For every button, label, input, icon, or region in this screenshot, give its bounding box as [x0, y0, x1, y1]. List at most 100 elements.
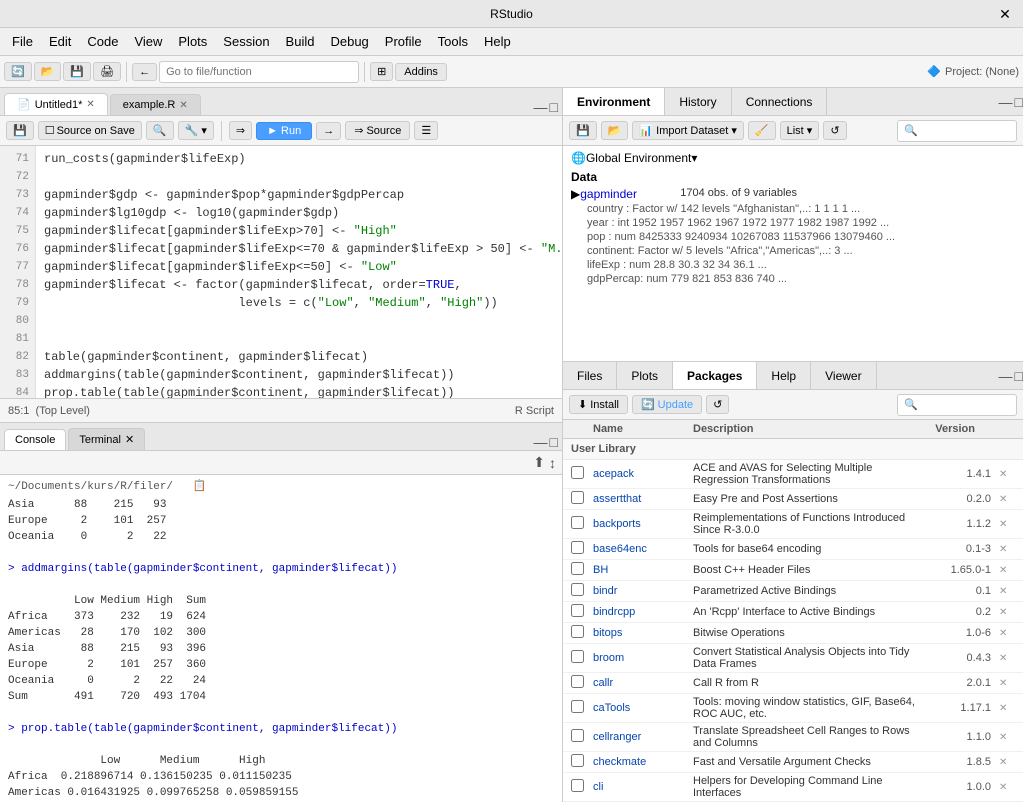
tab-viewer[interactable]: Viewer [811, 362, 876, 389]
pkg-del-bindr[interactable]: ✕ [999, 586, 1015, 597]
jump-to-btn[interactable]: ⇒ [229, 121, 252, 140]
pkg-name-callr[interactable]: callr [593, 677, 693, 689]
menu-item-file[interactable]: File [4, 30, 41, 53]
script-type[interactable]: R Script [515, 405, 554, 417]
pkg-checkbox-backports[interactable] [571, 516, 593, 532]
console-tab[interactable]: Console [4, 429, 66, 450]
console-content[interactable]: ~/Documents/kurs/R/filer/ 📋 Asia 88 215 … [0, 475, 562, 802]
pkg-checkbox-cellranger[interactable] [571, 729, 593, 745]
nav-back-button[interactable]: ← [132, 63, 157, 81]
editor-tab-untitled[interactable]: 📄 Untitled1* ✕ [4, 93, 108, 115]
pkg-name-bitops[interactable]: bitops [593, 627, 693, 639]
pkg-name-broom[interactable]: broom [593, 652, 693, 664]
menu-item-session[interactable]: Session [215, 30, 277, 53]
context-label[interactable]: (Top Level) [36, 405, 90, 417]
tab-close-example[interactable]: ✕ [179, 100, 187, 111]
source-on-save-btn[interactable]: ☐ Source on Save [38, 121, 142, 140]
pkg-name-base64enc[interactable]: base64enc [593, 543, 693, 555]
pkg-del-cli[interactable]: ✕ [999, 782, 1015, 793]
env-save-btn[interactable]: 💾 [569, 121, 597, 140]
open-file-button[interactable]: 📂 [34, 62, 62, 81]
terminal-close[interactable]: ✕ [125, 433, 134, 446]
pkg-name-bindr[interactable]: bindr [593, 585, 693, 597]
go-to-file-input[interactable] [159, 61, 359, 83]
pkg-checkbox-base64enc[interactable] [571, 541, 593, 557]
pkg-del-backports[interactable]: ✕ [999, 519, 1015, 530]
list-btn[interactable]: List ▾ [780, 121, 820, 140]
menu-item-plots[interactable]: Plots [170, 30, 215, 53]
source-btn[interactable]: ⇒ Source [345, 121, 410, 140]
pkg-del-callr[interactable]: ✕ [999, 678, 1015, 689]
pkg-checkbox-BH[interactable] [571, 562, 593, 578]
editor-maximize[interactable]: □ [550, 99, 558, 115]
pkg-checkbox-cli[interactable] [571, 779, 593, 795]
pkg-name-cellranger[interactable]: cellranger [593, 731, 693, 743]
pkg-checkbox-caTools[interactable] [571, 700, 593, 716]
tab-connections[interactable]: Connections [732, 88, 828, 115]
editor-menu-btn[interactable]: ☰ [414, 121, 438, 140]
console-minimize[interactable]: — [534, 434, 548, 450]
pkg-name-BH[interactable]: BH [593, 564, 693, 576]
console-maximize[interactable]: □ [550, 434, 558, 450]
tab-files[interactable]: Files [563, 362, 617, 389]
pkg-del-cellranger[interactable]: ✕ [999, 732, 1015, 743]
editor-tab-example[interactable]: example.R ✕ [110, 94, 201, 115]
install-button[interactable]: ⬇ Install [569, 395, 628, 414]
pkg-del-base64enc[interactable]: ✕ [999, 544, 1015, 555]
pkg-del-caTools[interactable]: ✕ [999, 703, 1015, 714]
tab-help[interactable]: Help [757, 362, 811, 389]
pkg-name-acepack[interactable]: acepack [593, 468, 693, 480]
pkg-checkbox-assertthat[interactable] [571, 491, 593, 507]
env-refresh-btn[interactable]: ↺ [823, 121, 846, 140]
pkg-name-cli[interactable]: cli [593, 781, 693, 793]
pkg-checkbox-broom[interactable] [571, 650, 593, 666]
code-editor[interactable]: 717273747576777879808182838485 run_costs… [0, 146, 562, 398]
pkg-name-bindrcpp[interactable]: bindrcpp [593, 606, 693, 618]
gapminder-name[interactable]: gapminder [580, 187, 680, 201]
pkg-del-assertthat[interactable]: ✕ [999, 494, 1015, 505]
tab-close-untitled[interactable]: ✕ [86, 99, 94, 110]
next-chunk-btn[interactable]: → [316, 122, 341, 140]
tab-history[interactable]: History [665, 88, 731, 115]
pkg-name-assertthat[interactable]: assertthat [593, 493, 693, 505]
print-button[interactable]: 🖨 [93, 62, 121, 81]
menu-item-edit[interactable]: Edit [41, 30, 79, 53]
pkg-checkbox-callr[interactable] [571, 675, 593, 691]
packages-refresh-btn[interactable]: ↺ [706, 395, 729, 414]
menu-item-debug[interactable]: Debug [322, 30, 376, 53]
menu-item-help[interactable]: Help [476, 30, 519, 53]
pkg-checkbox-acepack[interactable] [571, 466, 593, 482]
menu-item-code[interactable]: Code [79, 30, 126, 53]
menu-item-view[interactable]: View [126, 30, 170, 53]
import-dataset-btn[interactable]: 📊 Import Dataset ▾ [632, 121, 744, 140]
files-minimize[interactable]: — [999, 368, 1013, 384]
pkg-name-checkmate[interactable]: checkmate [593, 756, 693, 768]
new-file-button[interactable]: 🔄 [4, 62, 32, 81]
tab-packages[interactable]: Packages [673, 362, 757, 389]
env-search-input[interactable] [897, 120, 1017, 142]
env-clear-btn[interactable]: 🧹 [748, 121, 776, 140]
pkg-del-bitops[interactable]: ✕ [999, 628, 1015, 639]
save-button[interactable]: 💾 [63, 62, 91, 81]
menu-item-tools[interactable]: Tools [430, 30, 476, 53]
code-content[interactable]: run_costs(gapminder$lifeExp) gapminder$g… [36, 146, 562, 398]
global-env-selector[interactable]: 🌐 Global Environment ▾ [571, 150, 1015, 166]
gapminder-item[interactable]: ▶ gapminder 1704 obs. of 9 variables [571, 186, 1015, 202]
pkg-checkbox-bindr[interactable] [571, 583, 593, 599]
pkg-del-checkmate[interactable]: ✕ [999, 757, 1015, 768]
pkg-name-caTools[interactable]: caTools [593, 702, 693, 714]
pkg-del-BH[interactable]: ✕ [999, 565, 1015, 576]
pkg-del-broom[interactable]: ✕ [999, 653, 1015, 664]
pkg-del-bindrcpp[interactable]: ✕ [999, 607, 1015, 618]
tab-environment[interactable]: Environment [563, 88, 665, 115]
search-btn[interactable]: 🔍 [146, 121, 174, 140]
pkg-checkbox-bindrcpp[interactable] [571, 604, 593, 620]
pkg-del-acepack[interactable]: ✕ [999, 469, 1015, 480]
files-maximize[interactable]: □ [1015, 368, 1023, 384]
pkg-name-backports[interactable]: backports [593, 518, 693, 530]
tab-plots[interactable]: Plots [617, 362, 673, 389]
env-maximize[interactable]: □ [1015, 94, 1023, 110]
editor-save-btn[interactable]: 💾 [6, 121, 34, 140]
console-full[interactable]: ↕ [549, 455, 556, 471]
addins-button[interactable]: Addins [395, 63, 447, 81]
